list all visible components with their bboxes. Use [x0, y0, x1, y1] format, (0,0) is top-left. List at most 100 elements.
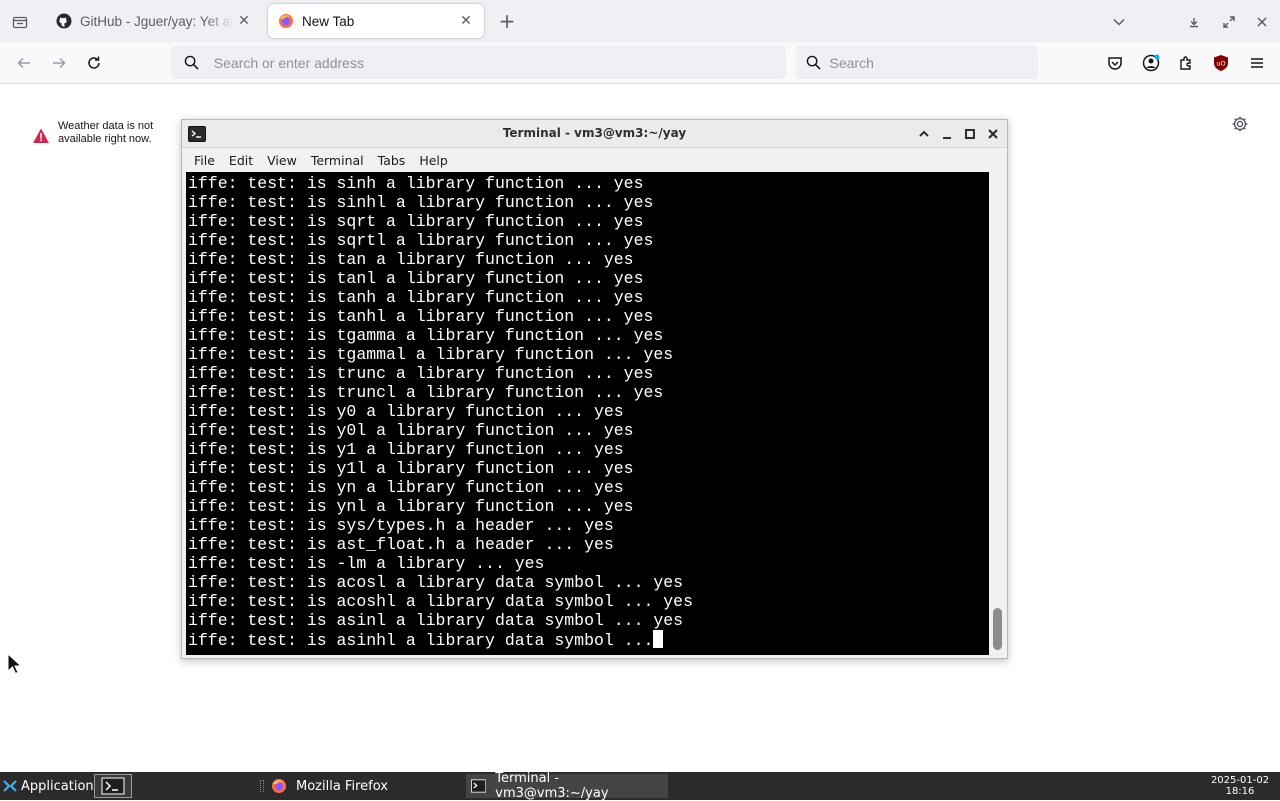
terminal-line: iffe: test: is sqrt a library function .…: [188, 212, 644, 231]
tab-title: GitHub - Jguer/yay: Yet another Yogurt -…: [80, 13, 234, 29]
terminal-current-line: iffe: test: is asinhl a library data sym…: [188, 630, 693, 650]
account-button[interactable]: [1138, 50, 1164, 76]
terminal-line: iffe: test: is sqrtl a library function …: [188, 231, 654, 250]
taskbar-task-label: Terminal - vm3@vm3:~/yay: [495, 771, 609, 801]
terminal-line: iffe: test: is tgammal a library functio…: [188, 345, 674, 364]
menu-tabs[interactable]: Tabs: [378, 153, 406, 168]
terminal-line: iffe: test: is tan a library function ..…: [188, 250, 634, 269]
tab-title: New Tab: [302, 13, 355, 29]
terminal-line: iffe: test: is tanl a library function .…: [188, 269, 644, 288]
terminal-line: iffe: test: is tanhl a library function …: [188, 307, 654, 326]
pocket-button[interactable]: [1102, 50, 1128, 76]
menu-view[interactable]: View: [267, 153, 297, 168]
terminal-line: iffe: test: is y0l a library function ..…: [188, 421, 634, 440]
close-window-button[interactable]: [1250, 10, 1274, 34]
terminal-maximize-button[interactable]: [961, 125, 979, 143]
restore-icon: [1223, 16, 1235, 28]
terminal-line: iffe: test: is y1l a library function ..…: [188, 459, 634, 478]
close-tab-icon[interactable]: ✕: [234, 11, 254, 31]
applications-label: Applications: [21, 778, 101, 794]
puzzle-icon: [1180, 56, 1191, 70]
menu-help[interactable]: Help: [419, 153, 448, 168]
terminal-line: iffe: test: is sinhl a library function …: [188, 193, 654, 212]
terminal-line: iffe: test: is trunc a library function …: [188, 364, 654, 383]
terminal-line: iffe: test: is tanh a library function .…: [188, 288, 644, 307]
list-all-tabs-button[interactable]: [1107, 10, 1131, 34]
taskbar-task-firefox[interactable]: Mozilla Firefox: [266, 774, 464, 798]
ublock-origin-button[interactable]: uO: [1208, 50, 1234, 76]
terminal-output[interactable]: iffe: test: is sinh a library function .…: [186, 172, 989, 655]
firefox-icon: [278, 13, 294, 29]
svg-text:uO: uO: [1216, 60, 1225, 68]
newtab-settings-button[interactable]: [1229, 113, 1251, 135]
new-tab-button[interactable]: +: [496, 9, 518, 33]
search-input[interactable]: [829, 54, 1038, 71]
clock-time: 18:16: [1225, 786, 1255, 797]
menu-edit[interactable]: Edit: [229, 153, 253, 168]
search-icon: [806, 54, 822, 72]
navigation-toolbar: uO: [0, 42, 1280, 84]
minimize-icon: [1190, 18, 1198, 28]
terminal-icon: [101, 777, 125, 795]
terminal-line: iffe: test: is yn a library function ...…: [188, 478, 624, 497]
terminal-line: iffe: test: is y1 a library function ...…: [188, 440, 624, 459]
menu-file[interactable]: File: [194, 153, 215, 168]
gear-icon: [1232, 116, 1248, 132]
forward-button[interactable]: [46, 50, 72, 76]
applications-menu-button[interactable]: Applications: [2, 775, 100, 797]
scrollbar-thumb[interactable]: [993, 608, 1002, 650]
plus-icon: +: [498, 9, 516, 33]
back-button[interactable]: [11, 50, 37, 76]
arrow-left-icon: [17, 57, 30, 69]
terminal-window[interactable]: Terminal - vm3@vm3:~/yay File Edit View …: [181, 119, 1008, 659]
chevron-up-icon: [919, 130, 929, 137]
tab-overview-icon: [12, 16, 28, 29]
taskbar-separator: [260, 780, 264, 792]
reload-button[interactable]: [81, 50, 107, 76]
address-input[interactable]: [213, 54, 786, 71]
terminal-titlebar[interactable]: Terminal - vm3@vm3:~/yay: [182, 120, 1007, 148]
browser-tab-strip: GitHub - Jguer/yay: Yet another Yogurt -…: [0, 0, 1280, 42]
menu-terminal[interactable]: Terminal: [311, 153, 364, 168]
search-icon: [183, 54, 200, 72]
firefox-icon: [272, 779, 286, 793]
clock-date: 2025-01-02: [1210, 775, 1270, 786]
terminal-lines: iffe: test: is sinh a library function .…: [188, 174, 693, 650]
text-cursor: [653, 630, 664, 648]
terminal-scrollbar[interactable]: [990, 172, 1006, 655]
ublock-shield-icon: uO: [1214, 55, 1228, 71]
taskbar-task-terminal[interactable]: Terminal - vm3@vm3:~/yay: [466, 771, 668, 801]
terminal-menubar: File Edit View Terminal Tabs Help: [182, 149, 1007, 171]
close-tab-icon[interactable]: ✕: [456, 11, 476, 31]
tab-github-yay[interactable]: GitHub - Jguer/yay: Yet another Yogurt -…: [46, 4, 262, 38]
clock[interactable]: 2025-01-02 18:16: [1210, 775, 1270, 797]
terminal-line: iffe: test: is acoshl a library data sym…: [188, 592, 693, 611]
app-menu-button[interactable]: [1244, 50, 1270, 76]
tab-list-button[interactable]: [8, 10, 32, 34]
chevron-down-icon: [1113, 18, 1125, 26]
terminal-shade-button[interactable]: [915, 125, 933, 143]
arrow-right-icon: [53, 57, 66, 69]
xfce-logo-icon: [3, 780, 17, 792]
pocket-icon: [1108, 57, 1122, 70]
terminal-line: iffe: test: is truncl a library function…: [188, 383, 664, 402]
taskbar-task-label: Mozilla Firefox: [296, 778, 388, 794]
warning-icon: [33, 128, 49, 143]
extensions-button[interactable]: [1173, 50, 1199, 76]
terminal-line: iffe: test: is ynl a library function ..…: [188, 497, 634, 516]
restore-window-button[interactable]: [1217, 10, 1241, 34]
taskbar: Applications Mozilla Firefox Terminal - …: [0, 771, 1280, 801]
maximize-icon: [965, 129, 975, 139]
address-bar[interactable]: [171, 46, 786, 79]
terminal-line: iffe: test: is -lm a library ... yes: [188, 554, 545, 573]
terminal-minimize-button[interactable]: [938, 125, 956, 143]
minimize-window-button[interactable]: [1182, 10, 1206, 34]
search-bar[interactable]: [796, 46, 1038, 79]
tab-new-tab[interactable]: New Tab ✕: [268, 4, 484, 38]
terminal-line: iffe: test: is asinl a library data symb…: [188, 611, 684, 630]
terminal-close-button[interactable]: [984, 125, 1002, 143]
terminal-launcher[interactable]: [94, 774, 132, 798]
terminal-line: iffe: test: is tgamma a library function…: [188, 326, 664, 345]
weather-message: Weather data is not available right now.: [58, 120, 154, 145]
terminal-line: iffe: test: is sys/types.h a header ... …: [188, 516, 614, 535]
